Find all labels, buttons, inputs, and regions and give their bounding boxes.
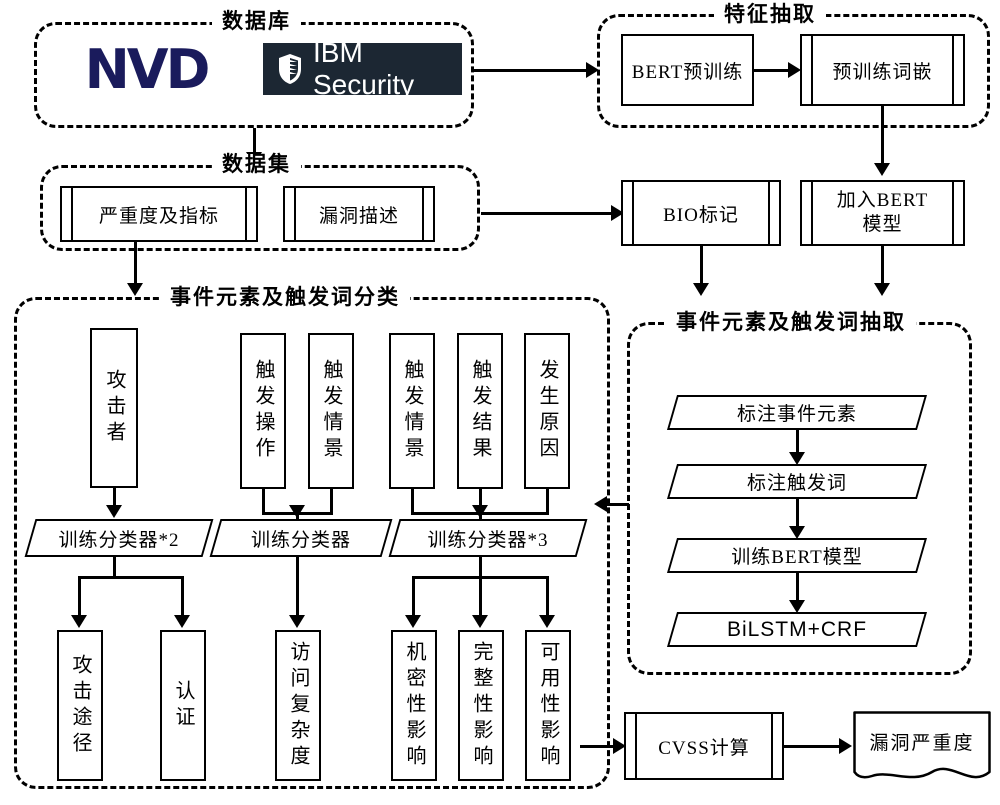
node-attack-vector[interactable]: 攻击途径 (57, 630, 103, 781)
arrowhead-attacker-to-classifier2 (106, 505, 122, 518)
node-vuln-description[interactable]: 漏洞描述 (283, 186, 435, 242)
node-bio-tag[interactable]: BIO标记 (621, 180, 781, 246)
arrowhead-extraction-to-classification (594, 496, 607, 512)
connector-trigger-action-stub (262, 489, 265, 513)
node-cvss-calc[interactable]: CVSS计算 (624, 712, 784, 780)
connector-classification-to-cvss (580, 745, 617, 748)
node-authentication[interactable]: 认证 (160, 630, 206, 781)
node-severity-metrics[interactable]: 严重度及指标 (60, 186, 258, 242)
arrowhead-dataset-to-classification (127, 283, 143, 296)
node-occurrence-reason[interactable]: 发生原因 (524, 333, 570, 489)
arrowhead-addbert-to-extraction (874, 283, 890, 296)
ibm-security-logo: IBM Security (263, 37, 462, 100)
arrowhead-to-auth (174, 615, 190, 628)
node-classifier-3[interactable]: 训练分类器*3 (388, 519, 588, 557)
arrowhead-merge-to-classifier1 (289, 505, 305, 518)
connector-dataset-to-classification (134, 242, 137, 288)
connector-classifier1-to-complexity (296, 557, 299, 620)
connector-database-to-feature (474, 69, 589, 72)
node-confidentiality-impact[interactable]: 机密性影响 (391, 630, 437, 781)
connector-extraction-to-classification (607, 503, 629, 506)
node-trigger-scene-a[interactable]: 触发情景 (308, 333, 354, 489)
group-feature-extraction-title: 特征抽取 (714, 4, 826, 25)
connector-trigger-scene-a-stub (330, 489, 333, 513)
node-pretrain-embedding[interactable]: 预训练词嵌 (800, 34, 965, 106)
connector-classifier3-to-confidentiality (412, 576, 415, 620)
connector-addbert-to-extraction (881, 246, 884, 288)
shield-icon (277, 53, 303, 85)
connector-occurrence-reason-stub (546, 489, 549, 513)
train-bert-model-label: 训练BERT模型 (731, 547, 863, 568)
connector-classifier2-to-auth (181, 576, 184, 620)
ibm-logo-text: IBM Security (313, 37, 415, 100)
arrowhead-database-to-feature (586, 62, 599, 78)
group-dataset-title: 数据集 (212, 154, 301, 175)
arrowhead-to-availability (539, 615, 555, 628)
connector-classifier3-to-availability (546, 576, 549, 620)
connector-cvss-to-severity (784, 745, 842, 748)
classifier-2-label: 训练分类器*2 (58, 529, 180, 551)
node-attacker[interactable]: 攻击者 (90, 328, 138, 488)
connector-trigger-scene-b-stub (411, 489, 414, 513)
node-integrity-impact[interactable]: 完整性影响 (458, 630, 504, 781)
label-event-elements-label: 标注事件元素 (736, 404, 857, 425)
connector-classifier2-split-bar (78, 576, 183, 579)
node-trigger-action[interactable]: 触发操作 (240, 333, 286, 489)
nvd-logo-text: NVD (84, 37, 211, 101)
arrowhead-embedding-to-addbert (874, 163, 890, 176)
arrowhead-to-integrity (472, 615, 488, 628)
node-trigger-result[interactable]: 触发结果 (457, 333, 503, 489)
node-classifier-2[interactable]: 训练分类器*2 (24, 519, 214, 557)
node-trigger-scene-b[interactable]: 触发情景 (389, 333, 435, 489)
node-availability-impact[interactable]: 可用性影响 (525, 630, 571, 781)
connector-classifier2-drop (113, 557, 116, 578)
label-trigger-words-label: 标注触发词 (746, 473, 847, 494)
connector-embedding-to-addbert (881, 106, 884, 168)
connector-dataset-to-bio (481, 212, 614, 215)
vuln-severity-label: 漏洞严重度 (869, 732, 975, 754)
node-add-bert-model[interactable]: 加入BERT 模型 (800, 180, 965, 246)
arrowhead-cvss-to-severity (839, 738, 852, 754)
group-classification-title: 事件元素及触发词分类 (160, 287, 410, 308)
flowchart-canvas: 数据库 NVD IBM Security 特征抽取 BERT预训练 预训练词嵌 … (0, 0, 1000, 805)
classifier-3-label: 训练分类器*3 (427, 529, 549, 551)
nvd-logo: NVD (50, 37, 242, 101)
classifier-1-label: 训练分类器 (250, 529, 351, 551)
group-extraction-title: 事件元素及触发词抽取 (666, 312, 916, 333)
node-label-event-elements[interactable]: 标注事件元素 (666, 395, 928, 430)
connector-classifier2-to-attackvector (78, 576, 81, 620)
node-label-trigger-words[interactable]: 标注触发词 (666, 464, 928, 499)
arrowhead-to-confidentiality (405, 615, 421, 628)
group-database-title: 数据库 (212, 11, 301, 32)
bilstm-crf-label: BiLSTM+CRF (726, 617, 868, 641)
node-vuln-severity[interactable]: 漏洞严重度 (852, 710, 992, 786)
connector-classifier3-to-integrity (479, 576, 482, 620)
arrowhead-to-attackvector (71, 615, 87, 628)
node-bilstm-crf[interactable]: BiLSTM+CRF (666, 612, 928, 647)
arrowhead-to-complexity (289, 615, 305, 628)
connector-bio-to-extraction (700, 246, 703, 288)
arrowhead-bio-to-extraction (693, 283, 709, 296)
node-add-bert-model-label: 加入BERT 模型 (836, 190, 929, 235)
node-classifier-1[interactable]: 训练分类器 (209, 519, 393, 557)
connector-bert-to-embedding (754, 69, 791, 72)
arrowhead-merge-to-classifier3 (472, 505, 488, 518)
node-train-bert-model[interactable]: 训练BERT模型 (666, 538, 928, 573)
node-bert-pretrain[interactable]: BERT预训练 (621, 34, 754, 106)
connector-classifier3-drop (479, 557, 482, 578)
node-access-complexity[interactable]: 访问复杂度 (275, 630, 321, 781)
